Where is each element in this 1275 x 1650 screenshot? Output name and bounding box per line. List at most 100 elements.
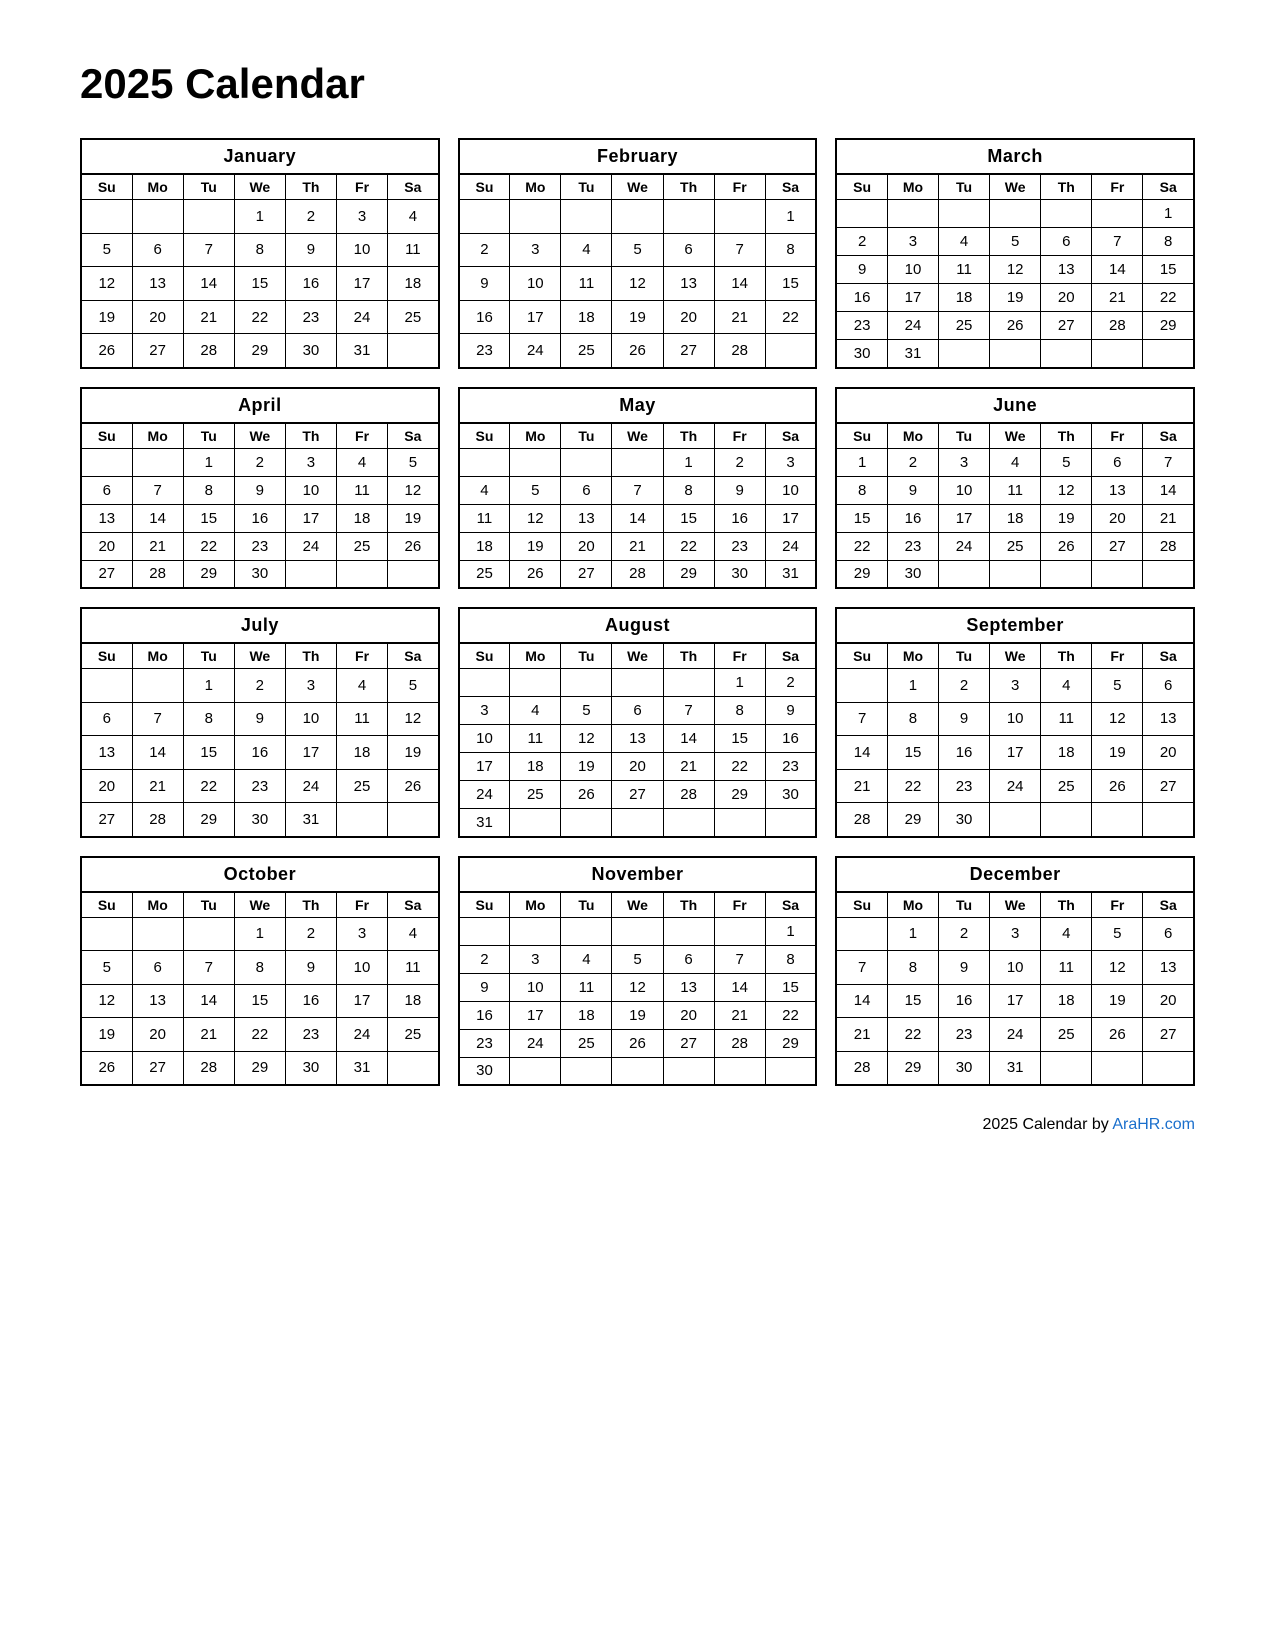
day-cell: 15 xyxy=(183,504,234,532)
day-cell: 5 xyxy=(1092,669,1143,703)
day-cell: 1 xyxy=(765,917,816,945)
day-cell: 13 xyxy=(132,984,183,1018)
day-header-tu: Tu xyxy=(183,643,234,669)
day-cell: 23 xyxy=(939,769,990,803)
day-cell: 27 xyxy=(1041,312,1092,340)
week-row: 23242526272829 xyxy=(459,1029,817,1057)
day-cell: 13 xyxy=(81,736,132,770)
day-cell: 14 xyxy=(132,736,183,770)
day-header-tu: Tu xyxy=(183,174,234,200)
day-cell: 22 xyxy=(714,753,765,781)
day-cell: 9 xyxy=(285,951,336,985)
day-cell: 20 xyxy=(81,532,132,560)
day-cell: 25 xyxy=(336,532,387,560)
week-row: 20212223242526 xyxy=(81,769,439,803)
day-cell: 9 xyxy=(939,702,990,736)
week-row: 6789101112 xyxy=(81,702,439,736)
day-header-sa: Sa xyxy=(1143,892,1194,918)
day-cell: 5 xyxy=(388,448,439,476)
day-cell: 17 xyxy=(990,736,1041,770)
day-cell: 29 xyxy=(183,560,234,588)
month-table-march: MarchSuMoTuWeThFrSa123456789101112131415… xyxy=(835,138,1195,369)
day-cell: 27 xyxy=(132,334,183,368)
day-cell: 24 xyxy=(990,769,1041,803)
day-header-th: Th xyxy=(1041,174,1092,200)
day-cell: 15 xyxy=(836,504,887,532)
day-cell: 21 xyxy=(132,532,183,560)
month-table-april: AprilSuMoTuWeThFrSa123456789101112131415… xyxy=(80,387,440,590)
week-row: 567891011 xyxy=(81,233,439,267)
week-row: 3456789 xyxy=(459,697,817,725)
day-cell: 22 xyxy=(183,532,234,560)
empty-cell xyxy=(836,669,887,703)
day-cell: 17 xyxy=(990,984,1041,1018)
week-row: 9101112131415 xyxy=(459,973,817,1001)
day-cell: 15 xyxy=(234,984,285,1018)
day-cell: 13 xyxy=(132,267,183,301)
day-header-sa: Sa xyxy=(765,643,816,669)
day-cell: 27 xyxy=(1092,532,1143,560)
week-row: 282930 xyxy=(836,803,1194,837)
empty-cell xyxy=(612,669,663,697)
day-cell: 17 xyxy=(887,284,938,312)
empty-cell xyxy=(612,917,663,945)
empty-cell xyxy=(561,917,612,945)
day-header-fr: Fr xyxy=(1092,892,1143,918)
day-header-mo: Mo xyxy=(510,423,561,449)
empty-cell xyxy=(510,669,561,697)
day-cell: 17 xyxy=(285,736,336,770)
day-cell: 23 xyxy=(836,312,887,340)
empty-cell xyxy=(388,560,439,588)
footer-link[interactable]: AraHR.com xyxy=(1112,1116,1195,1133)
day-cell: 18 xyxy=(1041,984,1092,1018)
month-name-june: June xyxy=(836,388,1194,423)
day-cell: 2 xyxy=(939,669,990,703)
day-header-fr: Fr xyxy=(1092,174,1143,200)
week-row: 27282930 xyxy=(81,560,439,588)
day-cell: 14 xyxy=(714,973,765,1001)
day-cell: 21 xyxy=(714,1001,765,1029)
week-row: 30 xyxy=(459,1057,817,1085)
week-row: 12131415161718 xyxy=(81,984,439,1018)
day-cell: 25 xyxy=(336,769,387,803)
empty-cell xyxy=(1092,560,1143,588)
empty-cell xyxy=(1143,1051,1194,1085)
month-table-august: AugustSuMoTuWeThFrSa12345678910111213141… xyxy=(458,607,818,838)
empty-cell xyxy=(765,809,816,837)
day-cell: 2 xyxy=(459,945,510,973)
week-row: 2345678 xyxy=(459,945,817,973)
day-header-mo: Mo xyxy=(510,174,561,200)
month-name-january: January xyxy=(81,139,439,174)
day-cell: 4 xyxy=(561,945,612,973)
empty-cell xyxy=(561,809,612,837)
day-header-mo: Mo xyxy=(132,423,183,449)
day-cell: 5 xyxy=(990,228,1041,256)
empty-cell xyxy=(336,560,387,588)
day-cell: 3 xyxy=(939,448,990,476)
day-cell: 3 xyxy=(990,917,1041,951)
day-cell: 7 xyxy=(132,476,183,504)
day-cell: 21 xyxy=(183,300,234,334)
day-cell: 12 xyxy=(81,984,132,1018)
day-cell: 24 xyxy=(510,1029,561,1057)
day-cell: 28 xyxy=(714,1029,765,1057)
day-cell: 8 xyxy=(234,951,285,985)
empty-cell xyxy=(939,560,990,588)
week-row: 123456 xyxy=(836,669,1194,703)
day-cell: 13 xyxy=(663,973,714,1001)
day-cell: 7 xyxy=(612,476,663,504)
day-cell: 20 xyxy=(1041,284,1092,312)
day-cell: 1 xyxy=(887,669,938,703)
week-row: 10111213141516 xyxy=(459,725,817,753)
day-cell: 22 xyxy=(887,769,938,803)
day-cell: 19 xyxy=(1041,504,1092,532)
day-cell: 19 xyxy=(388,504,439,532)
day-cell: 13 xyxy=(561,504,612,532)
day-cell: 15 xyxy=(714,725,765,753)
day-cell: 19 xyxy=(81,1018,132,1052)
week-row: 78910111213 xyxy=(836,702,1194,736)
day-cell: 22 xyxy=(663,532,714,560)
empty-cell xyxy=(561,200,612,234)
day-header-tu: Tu xyxy=(561,892,612,918)
day-cell: 3 xyxy=(285,448,336,476)
